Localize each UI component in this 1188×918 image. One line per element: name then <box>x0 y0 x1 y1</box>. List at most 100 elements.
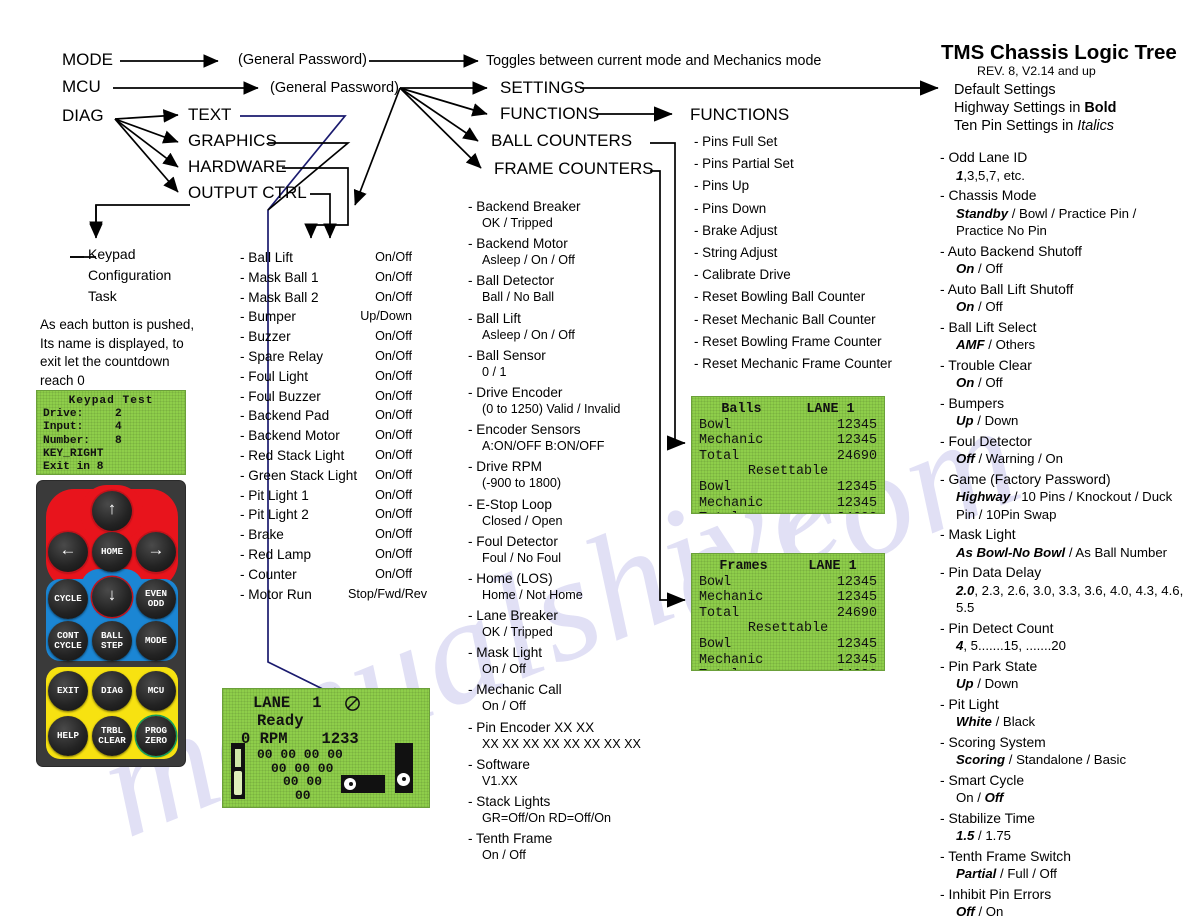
output-ctrl-row: - Bumper Up/Down <box>240 307 412 327</box>
hardware-row-value: (0 to 1250) Valid / Invalid <box>482 401 621 416</box>
node-output-ctrl[interactable]: OUTPUT CTRL <box>188 183 307 203</box>
hardware-row: - Mechanic Call On / Off <box>468 681 668 714</box>
settings-row-options: / As Ball Number <box>1065 544 1168 560</box>
settings-row-default: AMF <box>956 337 985 352</box>
balls-lcd-rrow-0-label: Bowl <box>699 479 732 495</box>
keypad-test-exit-line: Exit in 8 <box>43 461 104 474</box>
keypad-button-even-odd[interactable]: EVEN ODD <box>136 579 176 619</box>
keypad-button-prog-zero[interactable]: PROG ZERO <box>136 716 176 756</box>
settings-row: - Pin Data Delay 2.0, 2.3, 2.6, 3.0, 3.3,… <box>940 563 1184 617</box>
hardware-row-name: - Mask Light <box>468 645 543 661</box>
hardware-row-name: - E-Stop Loop <box>468 496 552 512</box>
hardware-row-name: - Ball Detector <box>468 273 555 289</box>
node-graphics[interactable]: GRAPHICS <box>188 131 277 151</box>
settings-row-default: As Bowl-No Bowl <box>956 544 1066 560</box>
keypad-button-up[interactable]: ↑ <box>92 491 132 531</box>
functions-panel-item[interactable]: - String Adjust <box>694 242 892 264</box>
node-frame-counters[interactable]: FRAME COUNTERS <box>494 159 654 179</box>
functions-panel-item[interactable]: - Reset Mechanic Frame Counter <box>694 353 892 375</box>
hardware-row: - E-Stop Loop Closed / Open <box>468 496 668 529</box>
functions-panel-item[interactable]: - Pins Full Set <box>694 131 892 153</box>
keypad-button-diag[interactable]: DIAG <box>92 671 132 711</box>
settings-row-name: - Chassis Mode <box>940 187 1037 203</box>
keypad-button-cycle[interactable]: CYCLE <box>48 579 88 619</box>
node-diag[interactable]: DIAG <box>62 106 104 126</box>
hardware-row-name: - Ball Sensor <box>468 347 546 363</box>
settings-row-default: Off <box>956 904 975 918</box>
status-lcd: LANE 1 Ready 0 RPM 1233 00 00 00 00 00 0… <box>222 688 430 808</box>
mcu-password-label: (General Password) <box>270 80 399 96</box>
output-ctrl-row-name: - Pit Light 1 <box>240 487 309 503</box>
settings-row-default: Partial <box>956 866 997 881</box>
settings-row-value: On / Off <box>940 298 1184 316</box>
keypad-test-row-1-value: 4 <box>115 421 122 434</box>
hardware-row: - Ball Lift Asleep / On / Off <box>468 310 668 343</box>
frames-lcd-rrow-1-label: Mechanic <box>699 652 764 668</box>
settings-row: - Pin Detect Count 4, 5.......15, .......… <box>940 619 1184 655</box>
output-ctrl-row-value: Stop/Fwd/Rev <box>348 586 428 601</box>
output-ctrl-row-value: On/Off <box>375 566 412 581</box>
settings-row-name: - Pin Park State <box>940 657 1038 674</box>
output-ctrl-row-name: - Bumper <box>240 309 296 325</box>
status-lcd-lane-number: 1 <box>312 694 322 712</box>
node-text[interactable]: TEXT <box>188 105 231 125</box>
keypad-branch-item-configuration: Configuration <box>88 267 172 283</box>
keypad-test-row-0-value: 2 <box>115 408 122 421</box>
hardware-row: - Pin Encoder XX XX XX XX XX XX XX XX XX … <box>468 719 668 752</box>
functions-panel-item[interactable]: - Reset Mechanic Ball Counter <box>694 309 892 331</box>
keypad-button-right[interactable]: → <box>136 532 176 572</box>
keypad-test-row-2-value: 8 <box>115 434 122 447</box>
hardware-row-name: - Tenth Frame <box>468 831 553 847</box>
settings-row-default: Standby <box>956 205 1009 221</box>
keypad-button-mcu[interactable]: MCU <box>136 671 176 711</box>
hardware-row-name: - Encoder Sensors <box>468 422 581 438</box>
balls-lcd-rrow-1-label: Mechanic <box>699 495 764 511</box>
settings-row: - Ball Lift Select AMF / Others <box>940 318 1184 354</box>
keypad-button-mode[interactable]: MODE <box>136 621 176 661</box>
hardware-row-value: 0 / 1 <box>482 364 507 379</box>
hardware-row-value: Foul / No Foul <box>482 550 562 565</box>
keypad-button-down[interactable]: ↓ <box>92 577 132 617</box>
output-ctrl-row-value: On/Off <box>375 329 412 344</box>
output-ctrl-row-name: - Mask Ball 1 <box>240 269 319 285</box>
keypad-button-home[interactable]: HOME <box>92 532 132 572</box>
node-mcu[interactable]: MCU <box>62 77 101 97</box>
settings-row-default: On <box>956 299 975 314</box>
settings-row-value: On / Off <box>940 789 1184 807</box>
output-ctrl-row-name: - Pit Light 2 <box>240 507 309 523</box>
functions-panel-item[interactable]: - Brake Adjust <box>694 220 892 242</box>
output-ctrl-row: - Motor Run Stop/Fwd/Rev <box>240 585 427 605</box>
balls-lcd-title: Balls <box>721 402 762 417</box>
keypad-button-help[interactable]: HELP <box>48 716 88 756</box>
keypad-button-exit[interactable]: EXIT <box>48 671 88 711</box>
functions-panel-item[interactable]: - Pins Up <box>694 175 892 197</box>
hardware-row-value: A:ON/OFF B:ON/OFF <box>482 439 605 454</box>
settings-row-options: / Off <box>974 299 1003 314</box>
hardware-row: - Tenth Frame On / Off <box>468 830 668 863</box>
functions-panel-item[interactable]: - Reset Bowling Ball Counter <box>694 286 892 308</box>
hardware-row-value: Asleep / On / Off <box>482 327 575 342</box>
functions-panel-item[interactable]: - Reset Bowling Frame Counter <box>694 331 892 353</box>
node-ball-counters[interactable]: BALL COUNTERS <box>491 131 632 151</box>
settings-row-name: - Trouble Clear <box>940 356 1032 373</box>
node-mode[interactable]: MODE <box>62 50 113 70</box>
balls-lcd-lane: LANE 1 <box>806 402 855 417</box>
frames-lcd-rrow-2-value: 24690 <box>837 668 877 670</box>
output-ctrl-row-name: - Foul Light <box>240 368 309 384</box>
keypad-button-trbl-clear[interactable]: TRBL CLEAR <box>92 716 132 756</box>
settings-row-name: - Pin Data Delay <box>940 564 1042 580</box>
keypad-device[interactable]: ↑ ← HOME → CYCLE ↓ EVEN ODD CONT CYCLE BAL… <box>36 480 186 767</box>
frames-lcd-rrow-0-label: Bowl <box>699 636 732 652</box>
keypad-button-cont-cycle[interactable]: CONT CYCLE <box>48 621 88 661</box>
functions-panel-item[interactable]: - Pins Down <box>694 198 892 220</box>
output-ctrl-row-value: On/Off <box>375 447 412 462</box>
node-hardware[interactable]: HARDWARE <box>188 157 287 177</box>
keypad-button-ball-step[interactable]: BALL STEP <box>92 621 132 661</box>
node-functions[interactable]: FUNCTIONS <box>500 104 599 124</box>
settings-row-value: White / Black <box>940 713 1184 731</box>
node-settings[interactable]: SETTINGS <box>500 78 585 98</box>
settings-row-value: Partial / Full / Off <box>940 865 1184 883</box>
functions-panel-item[interactable]: - Pins Partial Set <box>694 153 892 175</box>
keypad-button-left[interactable]: ← <box>48 532 88 572</box>
functions-panel-item[interactable]: - Calibrate Drive <box>694 264 892 286</box>
